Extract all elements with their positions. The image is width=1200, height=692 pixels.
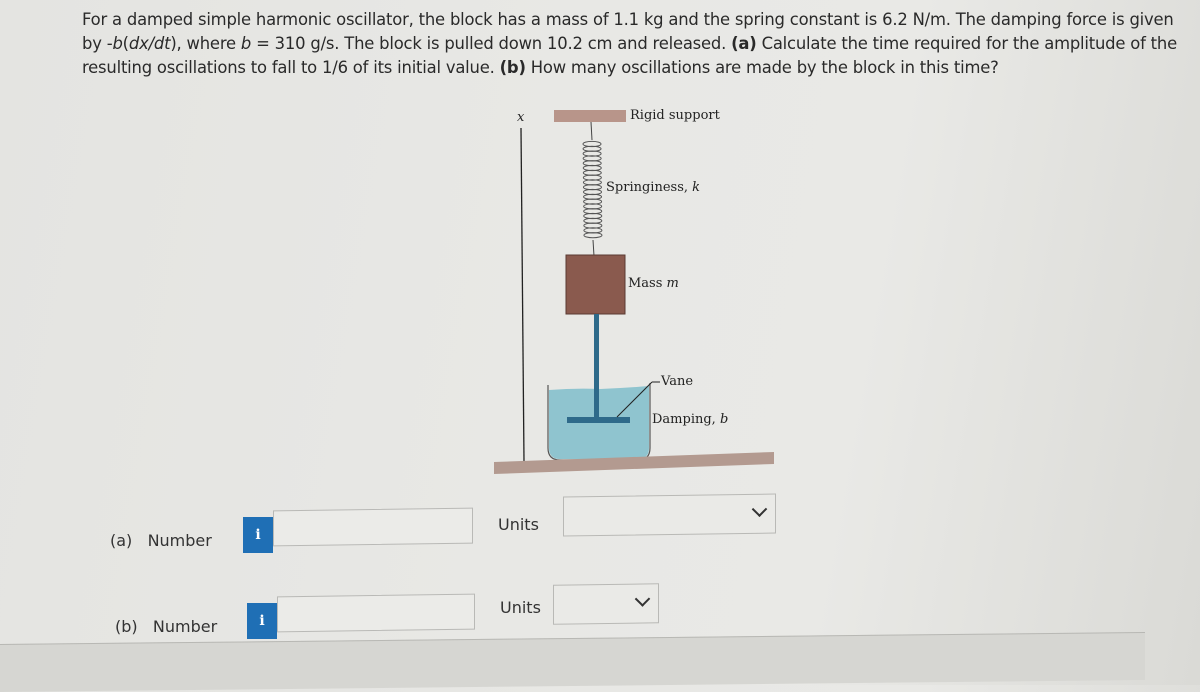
rigid-support xyxy=(554,110,626,122)
part-a-units-select[interactable] xyxy=(563,493,776,537)
part-b-number-input[interactable] xyxy=(277,593,475,633)
damping-fluid xyxy=(549,386,649,459)
beaker xyxy=(547,383,651,461)
problem-statement: For a damped simple harmonic oscillator,… xyxy=(82,8,1177,80)
spring-coil xyxy=(582,169,602,176)
spring-coil xyxy=(582,150,602,157)
spring-top-wire xyxy=(590,121,593,141)
spring-coil xyxy=(582,140,602,148)
footer-bar xyxy=(0,632,1145,692)
spring-coil xyxy=(583,222,603,229)
chevron-down-icon xyxy=(634,591,651,607)
spring xyxy=(582,140,603,239)
spring-coil xyxy=(582,164,602,172)
spring-coil xyxy=(582,179,602,186)
vane-label: Vane xyxy=(660,374,693,389)
spring-coil xyxy=(582,155,602,162)
part-b-units-select[interactable] xyxy=(553,583,659,625)
x-axis-label: x xyxy=(517,110,525,125)
spring-bottom-wire xyxy=(592,239,595,257)
spring-coil xyxy=(583,198,603,205)
spring-coil xyxy=(582,160,602,167)
part-a-number-input[interactable] xyxy=(273,507,473,547)
x-axis-line xyxy=(520,127,525,463)
problem-line-3: resulting oscillations to fall to 1/6 of… xyxy=(82,58,999,77)
spring-coil xyxy=(583,217,603,224)
vane-rod xyxy=(594,314,599,418)
problem-line-2: by -b(dx/dt), where b = 310 g/s. The blo… xyxy=(82,34,1177,53)
vane-pointer xyxy=(616,381,653,418)
part-b-label: (b) Number xyxy=(115,617,218,636)
part-b-units-label: Units xyxy=(500,598,541,617)
floor xyxy=(494,452,774,474)
spring-coil xyxy=(583,232,603,239)
spring-coil xyxy=(583,212,603,220)
rigid-support-label: Rigid support xyxy=(630,108,721,123)
spring-coil xyxy=(583,227,603,234)
vane xyxy=(567,417,630,423)
spring-coil xyxy=(583,203,603,210)
mass-label: Mass m xyxy=(628,276,679,291)
spring-coil xyxy=(582,184,602,191)
info-icon-a[interactable]: i xyxy=(243,517,273,553)
spring-coil xyxy=(582,145,602,152)
damped-oscillator-diagram: x Rigid support Springiness, k Mass m Va… xyxy=(494,108,774,474)
spring-coil xyxy=(582,174,602,181)
part-a-units-label: Units xyxy=(498,515,539,534)
part-a-label: (a) Number xyxy=(110,531,212,550)
springiness-label: Springiness, k xyxy=(606,180,700,195)
mass-block xyxy=(565,254,626,315)
spring-coil xyxy=(583,188,602,196)
chevron-down-icon xyxy=(751,501,768,518)
spring-coil xyxy=(583,208,603,215)
problem-line-1: For a damped simple harmonic oscillator,… xyxy=(82,10,1174,29)
info-icon-b[interactable]: i xyxy=(247,603,277,639)
damping-label: Damping, b xyxy=(652,412,728,427)
spring-coil xyxy=(583,193,603,200)
